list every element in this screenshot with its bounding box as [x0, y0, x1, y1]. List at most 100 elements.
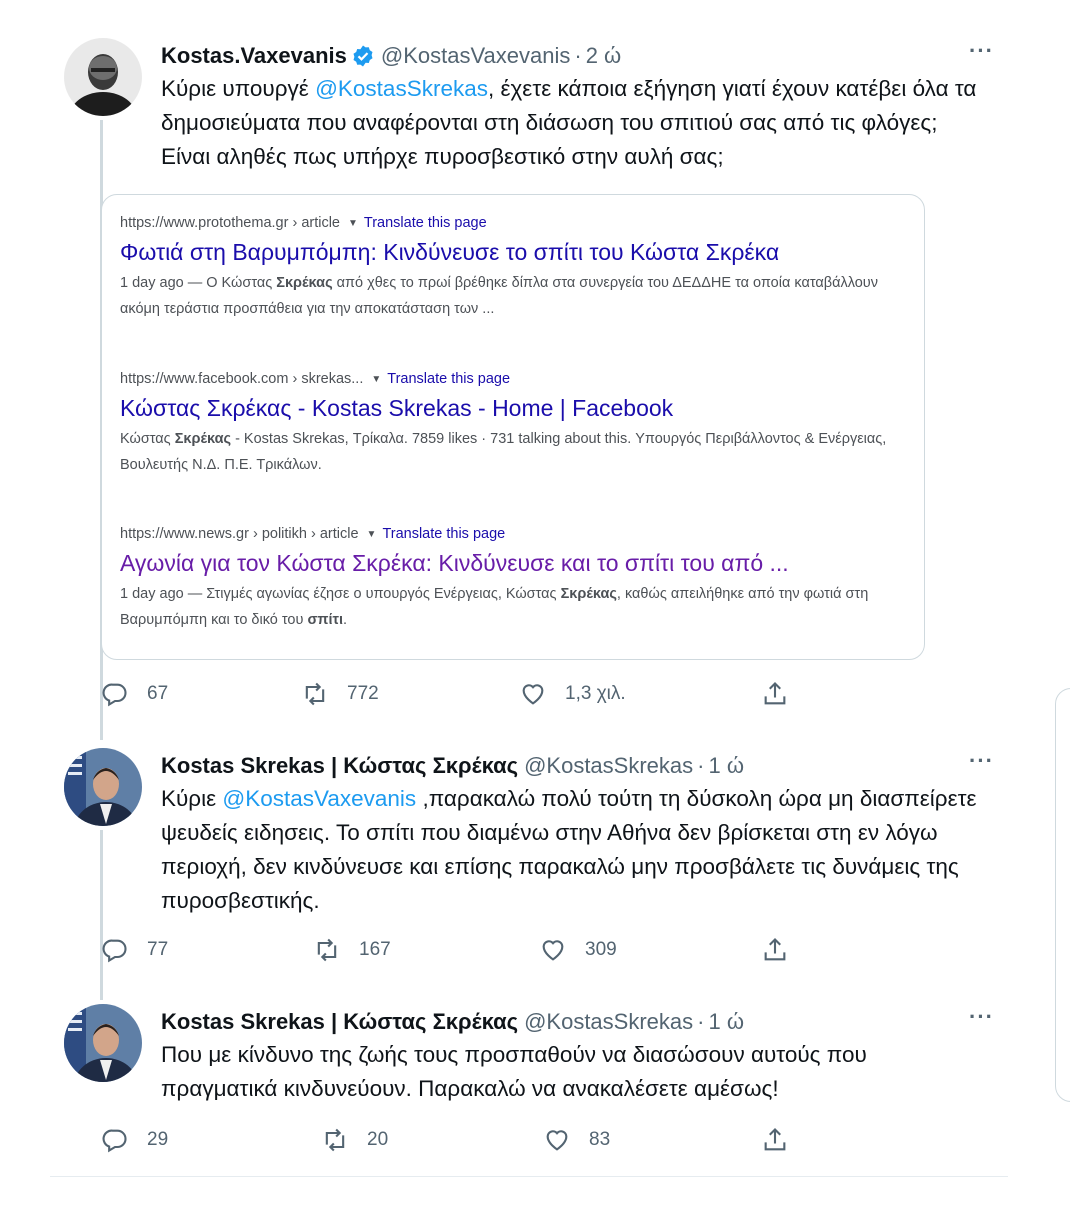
share-button[interactable] [761, 932, 807, 968]
like-count: 83 [589, 1129, 611, 1150]
display-name[interactable]: Kostas.Vaxevanis [161, 43, 347, 69]
like-icon [522, 684, 544, 705]
dropdown-triangle-icon[interactable]: ▼ [348, 218, 358, 229]
reply-count: 67 [147, 683, 169, 704]
result-snippet: 1 day ago — Ο Κώστας Σκρέκας από χθες το… [120, 270, 906, 322]
handle[interactable]: @KostasVaxevanis [381, 43, 570, 69]
retweet-count: 167 [359, 939, 391, 960]
share-button[interactable] [761, 676, 807, 712]
result-url-text: https://www.facebook.com › skrekas... [120, 371, 364, 387]
result-snippet: Κώστας Σκρέκας - Kostas Skrekas, Τρίκαλα… [120, 426, 906, 478]
reply-button[interactable]: 67 [101, 676, 168, 712]
tweet-header: Kostas.Vaxevanis @KostasVaxevanis · 2 ώ [161, 38, 1000, 74]
separator-dot: · [574, 43, 582, 68]
reply-count: 29 [147, 1129, 169, 1150]
side-panel-edge [1055, 688, 1070, 1102]
mention-link[interactable]: @KostasSkrekas [315, 76, 488, 101]
result-url-text: https://www.news.gr › politikh › article [120, 526, 359, 542]
retweet-button[interactable]: 20 [321, 1122, 388, 1158]
avatar[interactable] [64, 748, 142, 826]
snippet-text: . [343, 612, 348, 628]
result-url: https://www.facebook.com › skrekas... ▼ … [120, 371, 906, 387]
share-icon [764, 682, 786, 705]
translate-link[interactable]: Translate this page [364, 215, 487, 231]
share-icon [764, 938, 786, 961]
like-icon [542, 940, 564, 961]
result-title[interactable]: Αγωνία για τον Κώστα Σκρέκα: Κινδύνευσε … [120, 550, 906, 577]
retweet-button[interactable]: 167 [313, 932, 391, 968]
tweet-text: Κύριε @KostasVaxevanis ,παρακαλώ πολύ το… [161, 782, 991, 918]
like-button[interactable]: 1,3 χιλ. [519, 676, 626, 712]
share-icon [764, 1128, 786, 1151]
snippet-text: Κώστας [120, 431, 175, 447]
handle[interactable]: @KostasSkrekas [524, 753, 693, 779]
reply-button[interactable]: 29 [101, 1122, 168, 1158]
retweet-icon [325, 1128, 345, 1152]
more-icon[interactable]: ··· [969, 38, 994, 64]
retweet-count: 772 [347, 683, 379, 704]
reply-icon [102, 1129, 127, 1153]
display-name[interactable]: Kostas Skrekas | Κώστας Σκρέκας [161, 753, 518, 779]
retweet-icon [305, 682, 325, 706]
snippet-bold: σπίτι [307, 612, 343, 628]
snippet-text: 1 day ago — Στιγμές αγωνίας έζησε ο υπου… [120, 586, 561, 602]
avatar-image [64, 748, 142, 826]
tweet-text: Που με κίνδυνο της ζωής τους προσπαθούν … [161, 1042, 867, 1101]
timestamp[interactable]: 2 ώ [586, 43, 622, 69]
tweet-header: Kostas Skrekas | Κώστας Σκρέκας @KostasS… [161, 748, 1000, 784]
search-result[interactable]: https://www.protothema.gr › article ▼ Tr… [120, 215, 906, 322]
dropdown-triangle-icon[interactable]: ▼ [371, 374, 381, 385]
like-count: 1,3 χιλ. [565, 683, 626, 704]
tweet-header: Kostas Skrekas | Κώστας Σκρέκας @KostasS… [161, 1004, 1000, 1040]
snippet-bold: Σκρέκας [174, 431, 232, 447]
dropdown-triangle-icon[interactable]: ▼ [367, 529, 377, 540]
result-title[interactable]: Φωτιά στη Βαρυμπόμπη: Κινδύνευσε το σπίτ… [120, 239, 906, 266]
result-title[interactable]: Κώστας Σκρέκας - Kostas Skrekas - Home |… [120, 395, 906, 422]
result-snippet: 1 day ago — Στιγμές αγωνίας έζησε ο υπου… [120, 581, 906, 633]
like-count: 309 [585, 939, 617, 960]
snippet-bold: Σκρέκας [276, 275, 333, 291]
divider [50, 1176, 1008, 1177]
retweet-icon [317, 938, 337, 962]
reply-button[interactable]: 77 [101, 932, 168, 968]
retweet-button[interactable]: 772 [301, 676, 379, 712]
tweet-text-part: Κύριε υπουργέ [161, 76, 316, 101]
reply-icon [102, 939, 127, 963]
more-icon[interactable]: ··· [969, 1004, 994, 1030]
tweet-actions: 67 772 1,3 χιλ. [101, 676, 821, 712]
verified-badge-icon [353, 45, 373, 67]
search-result[interactable]: https://www.news.gr › politikh › article… [120, 526, 906, 633]
snippet-bold: Σκρέκας [560, 586, 617, 602]
tweet-actions: 77 167 309 [101, 932, 821, 968]
translate-link[interactable]: Translate this page [382, 526, 505, 542]
like-icon [546, 1130, 568, 1151]
more-icon[interactable]: ··· [969, 748, 994, 774]
avatar-image [64, 1004, 142, 1082]
separator-dot: · [697, 753, 705, 778]
timestamp[interactable]: 1 ώ [708, 1009, 744, 1035]
tweet-text: Κύριε υπουργέ @KostasSkrekas, έχετε κάπο… [161, 72, 981, 174]
like-button[interactable]: 309 [539, 932, 617, 968]
like-button[interactable]: 83 [543, 1122, 610, 1158]
translate-link[interactable]: Translate this page [387, 371, 510, 387]
mention-link[interactable]: @KostasVaxevanis [222, 786, 416, 811]
snippet-text: - Kostas Skrekas, Τρίκαλα. 7859 likes · … [120, 431, 887, 473]
result-url: https://www.protothema.gr › article ▼ Tr… [120, 215, 906, 231]
avatar[interactable] [64, 38, 142, 116]
timestamp[interactable]: 1 ώ [708, 753, 744, 779]
share-button[interactable] [761, 1122, 807, 1158]
avatar-image [64, 38, 142, 116]
avatar[interactable] [64, 1004, 142, 1082]
handle[interactable]: @KostasSkrekas [524, 1009, 693, 1035]
reply-icon [102, 683, 127, 707]
display-name[interactable]: Kostas Skrekas | Κώστας Σκρέκας [161, 1009, 518, 1035]
result-url: https://www.news.gr › politikh › article… [120, 526, 906, 542]
tweet-text-part: Κύριε [161, 786, 223, 811]
attached-image-card[interactable]: https://www.protothema.gr › article ▼ Tr… [101, 194, 925, 660]
tweet-actions: 29 20 83 [101, 1122, 821, 1158]
separator-dot: · [697, 1009, 705, 1034]
search-result[interactable]: https://www.facebook.com › skrekas... ▼ … [120, 371, 906, 478]
snippet-text: 1 day ago — Ο Κώστας [120, 275, 277, 291]
retweet-count: 20 [367, 1129, 389, 1150]
reply-count: 77 [147, 939, 169, 960]
